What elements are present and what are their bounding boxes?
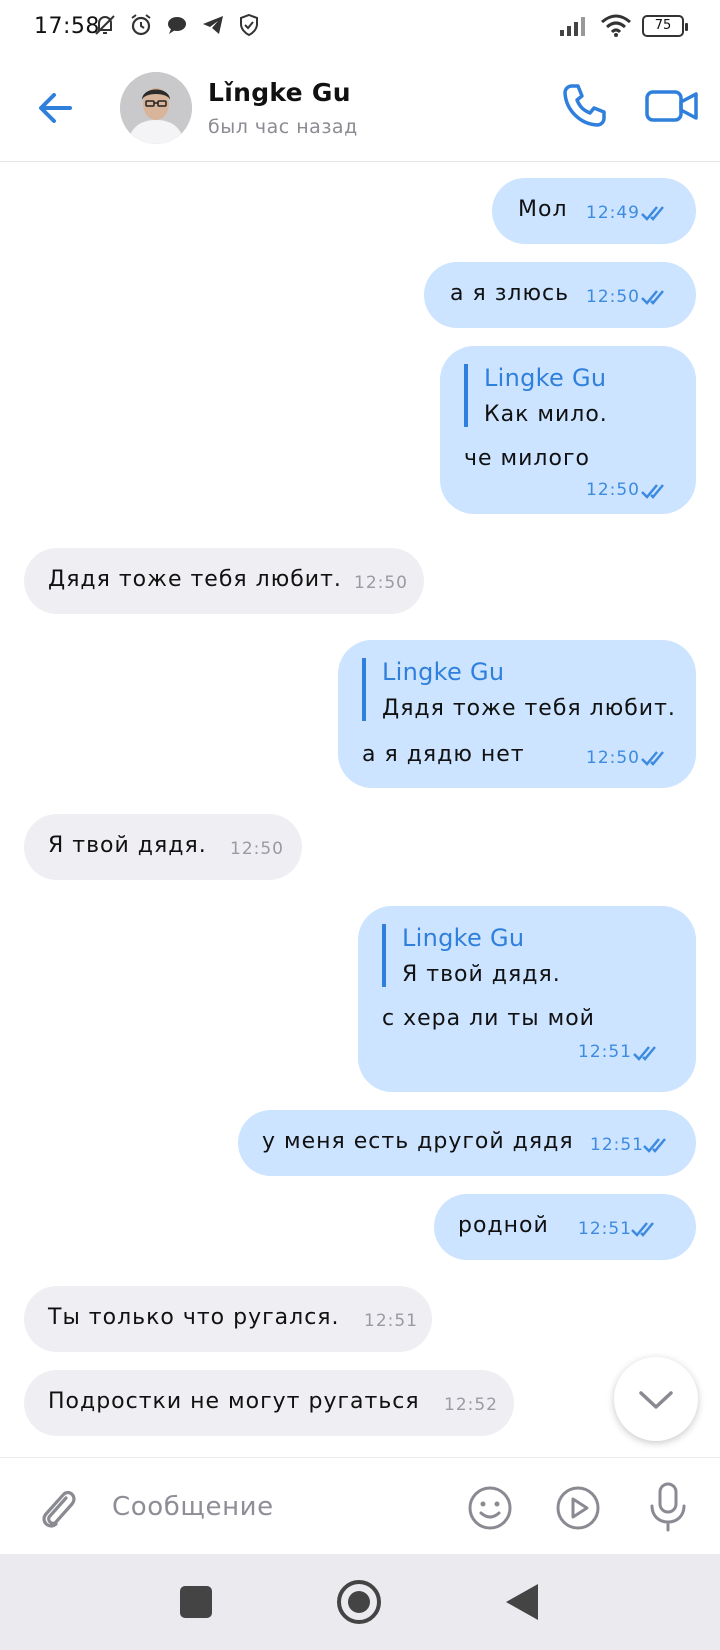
play-icon[interactable] xyxy=(554,1484,602,1532)
status-bar: 17:58 75 xyxy=(0,0,720,56)
message-bubble-outgoing[interactable]: у меня есть другой дядя 12:51 xyxy=(238,1110,696,1176)
double-check-icon xyxy=(641,484,664,499)
message-time: 12:50 xyxy=(354,573,408,593)
message-bubble-outgoing-reply[interactable]: Lingke Gu Как мило. че милого 12:50 xyxy=(440,346,696,514)
message-text: Я твой дядя. xyxy=(48,833,207,858)
message-text: с хера ли ты мой xyxy=(382,1006,595,1031)
message-time: 12:49 xyxy=(586,203,640,223)
message-text: а я злюсь xyxy=(450,281,570,306)
message-time: 12:52 xyxy=(444,1395,498,1415)
chat-bubble-icon xyxy=(168,17,186,34)
wifi-icon xyxy=(601,14,631,37)
message-list[interactable]: Мол 12:49 а я злюсь 12:50 Lingke Gu Как … xyxy=(0,162,720,1457)
status-system-icons: 75 xyxy=(558,14,688,38)
message-bubble-incoming[interactable]: Дядя тоже тебя любит. 12:50 xyxy=(24,548,424,614)
avatar-photo xyxy=(120,72,192,144)
phone-icon[interactable] xyxy=(558,80,610,132)
double-check-icon xyxy=(643,1138,666,1153)
message-text: Ты только что ругался. xyxy=(48,1305,340,1330)
message-bubble-outgoing[interactable]: а я злюсь 12:50 xyxy=(424,262,696,328)
chevron-down-icon xyxy=(639,1391,673,1409)
system-back-button[interactable] xyxy=(506,1584,538,1620)
message-bubble-incoming[interactable]: Подростки не могут ругаться 12:52 xyxy=(24,1370,514,1436)
message-time: 12:51 xyxy=(578,1219,632,1239)
message-bubble-incoming[interactable]: Я твой дядя. 12:50 xyxy=(24,814,302,880)
reply-text: Дядя тоже тебя любит. xyxy=(382,696,676,721)
message-text: у меня есть другой дядя xyxy=(262,1129,574,1154)
contact-name[interactable]: Lǐngke Gu xyxy=(208,78,351,107)
shield-icon xyxy=(240,13,258,37)
avatar[interactable] xyxy=(120,72,192,144)
emoji-icon[interactable] xyxy=(466,1484,514,1532)
back-arrow-icon[interactable] xyxy=(32,84,80,132)
message-time: 12:51 xyxy=(578,1042,632,1062)
message-time: 12:50 xyxy=(586,480,640,500)
contact-last-seen: был час назад xyxy=(208,116,358,138)
message-time: 12:51 xyxy=(364,1311,418,1331)
message-text: Подростки не могут ругаться xyxy=(48,1389,420,1414)
microphone-icon[interactable] xyxy=(644,1480,692,1534)
message-text: че милого xyxy=(464,446,590,471)
message-bubble-outgoing[interactable]: родной 12:51 xyxy=(434,1194,696,1260)
double-check-icon xyxy=(631,1222,654,1237)
message-time: 12:51 xyxy=(590,1135,644,1155)
double-check-icon xyxy=(641,206,664,221)
message-time: 12:50 xyxy=(586,748,640,768)
message-text: Дядя тоже тебя любит. xyxy=(48,567,342,592)
status-notification-icons xyxy=(92,12,262,38)
message-bubble-outgoing-reply[interactable]: Lingke Gu Дядя тоже тебя любит. а я дядю… xyxy=(338,640,696,788)
status-time: 17:58 xyxy=(34,14,100,39)
message-text: а я дядю нет xyxy=(362,742,525,767)
message-text: родной xyxy=(458,1213,549,1238)
message-bubble-outgoing[interactable]: Мол 12:49 xyxy=(492,178,696,244)
battery-indicator: 75 xyxy=(642,15,688,37)
reply-quote[interactable]: Lingke Gu Как мило. xyxy=(464,364,608,427)
reply-author: Lingke Gu xyxy=(382,658,505,686)
reply-text: Как мило. xyxy=(484,402,608,427)
chat-header: Lǐngke Gu был час назад xyxy=(0,56,720,162)
message-time: 12:50 xyxy=(230,839,284,859)
home-button[interactable] xyxy=(337,1580,381,1624)
double-check-icon xyxy=(633,1046,656,1061)
message-time: 12:50 xyxy=(586,287,640,307)
message-input[interactable] xyxy=(112,1482,432,1532)
double-check-icon xyxy=(641,751,664,766)
reply-text: Я твой дядя. xyxy=(402,962,561,987)
message-bubble-incoming[interactable]: Ты только что ругался. 12:51 xyxy=(24,1286,432,1352)
reply-quote[interactable]: Lingke Gu Я твой дядя. xyxy=(382,924,561,987)
recent-apps-button[interactable] xyxy=(180,1586,212,1618)
message-text: Мол xyxy=(518,197,568,222)
paperclip-icon[interactable] xyxy=(34,1482,80,1532)
message-bubble-outgoing-reply[interactable]: Lingke Gu Я твой дядя. с хера ли ты мой … xyxy=(358,906,696,1092)
video-camera-icon[interactable] xyxy=(644,84,700,128)
scroll-to-bottom-button[interactable] xyxy=(614,1357,698,1441)
composer-bar xyxy=(0,1457,720,1554)
telegram-icon xyxy=(203,16,223,34)
reply-author: Lingke Gu xyxy=(484,364,607,392)
double-check-icon xyxy=(641,290,664,305)
reply-quote[interactable]: Lingke Gu Дядя тоже тебя любит. xyxy=(362,658,676,721)
system-nav-bar xyxy=(0,1554,720,1650)
muted-bell-icon xyxy=(95,15,115,35)
reply-author: Lingke Gu xyxy=(402,924,525,952)
signal-icon xyxy=(560,17,585,36)
alarm-icon xyxy=(131,14,151,36)
